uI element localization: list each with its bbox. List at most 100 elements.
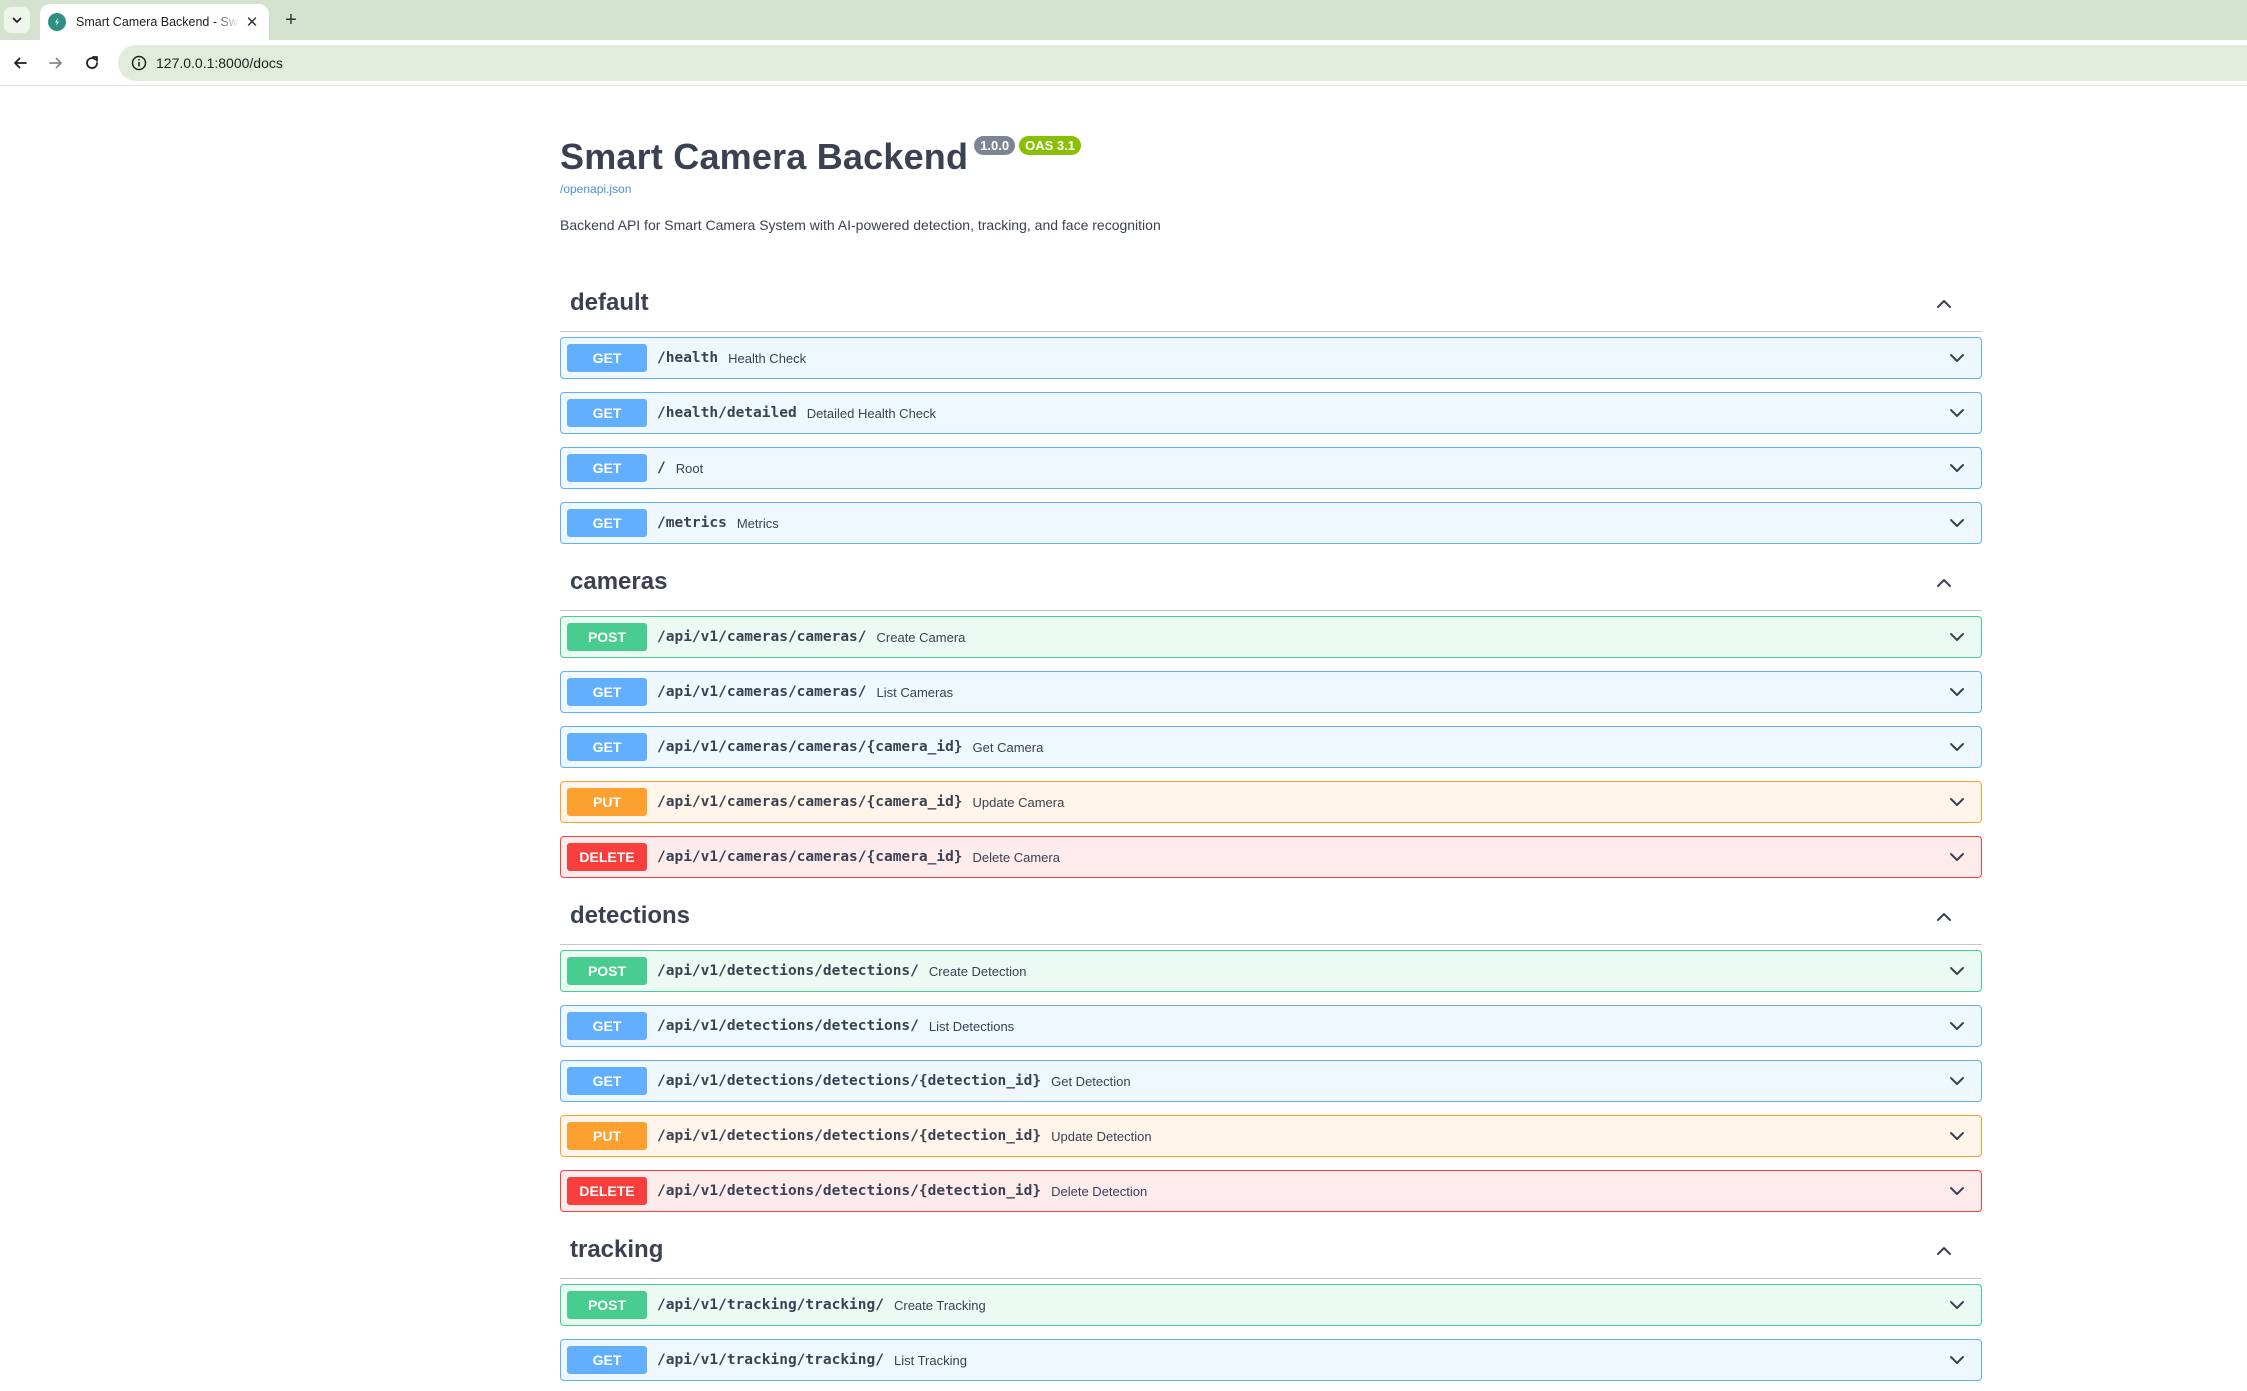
page-title: Smart Camera Backend [560, 136, 969, 177]
section-title: tracking [570, 1236, 664, 1263]
method-badge-get: GET [567, 1012, 647, 1040]
method-badge-delete: DELETE [567, 843, 647, 871]
method-badge-put: PUT [567, 788, 647, 816]
operation-summary: Get Camera [972, 739, 1044, 755]
operation-summary: Create Detection [928, 963, 1027, 979]
chevron-down-icon[interactable] [1947, 627, 1967, 647]
operation-row[interactable]: GET/api/v1/detections/detections/{detect… [560, 1060, 1982, 1102]
swagger-favicon-icon [48, 13, 66, 31]
chevron-down-icon[interactable] [1947, 513, 1967, 533]
operation-row[interactable]: GET/health Health Check [560, 337, 1982, 379]
operation-path: /metrics [657, 515, 727, 531]
chevron-down-icon[interactable] [1947, 792, 1967, 812]
operation-summary: Delete Detection [1051, 1183, 1148, 1199]
api-info-header: Smart Camera Backend 1.0.0 OAS 3.1 [560, 136, 1081, 178]
operation-row[interactable]: POST/api/v1/detections/detections/Create… [560, 950, 1982, 992]
operation-summary: List Tracking [893, 1352, 967, 1368]
operation-row[interactable]: GET/api/v1/cameras/cameras/{camera_id} Ge… [560, 726, 1982, 768]
operation-row[interactable]: GET/health/detailed Detailed Health Check [560, 392, 1982, 434]
chevron-up-icon[interactable] [1934, 907, 1954, 927]
chevron-down-icon[interactable] [1947, 348, 1967, 368]
method-badge-get: GET [567, 1067, 647, 1095]
chevron-down-icon[interactable] [1947, 1181, 1967, 1201]
operation-path: /api/v1/tracking/tracking/ [657, 1352, 884, 1368]
section-header-cameras[interactable]: cameras [560, 561, 1982, 611]
chevron-down-icon[interactable] [1947, 1016, 1967, 1036]
chevron-down-icon[interactable] [1947, 1350, 1967, 1370]
operation-row[interactable]: POST/api/v1/tracking/tracking/Create Tra… [560, 1284, 1982, 1326]
operation-path: /api/v1/cameras/cameras/{camera_id} [657, 849, 963, 865]
chevron-down-icon [12, 17, 22, 23]
section-header-default[interactable]: default [560, 282, 1982, 332]
operation-path: /api/v1/cameras/cameras/{camera_id} [657, 739, 963, 755]
site-info-icon[interactable] [128, 52, 150, 74]
arrow-left-icon [14, 57, 27, 69]
operation-row[interactable]: PUT/api/v1/cameras/cameras/{camera_id} Up… [560, 781, 1982, 823]
method-badge-post: POST [567, 957, 647, 985]
browser-tab[interactable]: Smart Camera Backend - Swagger UI ✕ [40, 4, 269, 40]
forward-button[interactable] [43, 50, 69, 76]
chevron-down-icon[interactable] [1947, 1071, 1967, 1091]
operation-summary: Delete Camera [972, 849, 1060, 865]
chevron-up-icon[interactable] [1934, 294, 1954, 314]
operation-row[interactable]: POST/api/v1/cameras/cameras/Create Camer… [560, 616, 1982, 658]
chevron-down-icon[interactable] [1947, 403, 1967, 423]
tab-search-dropdown-button[interactable] [4, 7, 30, 33]
operation-row[interactable]: PUT/api/v1/detections/detections/{detect… [560, 1115, 1982, 1157]
operation-row[interactable]: DELETE/api/v1/detections/detections/{det… [560, 1170, 1982, 1212]
openapi-json-link[interactable]: /openapi.json [560, 182, 631, 196]
chevron-down-icon[interactable] [1947, 1295, 1967, 1315]
chevron-up-icon[interactable] [1934, 573, 1954, 593]
method-badge-get: GET [567, 678, 647, 706]
operation-path: /api/v1/cameras/cameras/ [657, 684, 867, 700]
chevron-down-icon[interactable] [1947, 961, 1967, 981]
section-header-detections[interactable]: detections [560, 895, 1982, 945]
reload-icon [86, 56, 98, 69]
chevron-up-icon[interactable] [1934, 1241, 1954, 1261]
operation-path: /api/v1/cameras/cameras/{camera_id} [657, 794, 963, 810]
close-tab-button[interactable]: ✕ [243, 13, 261, 31]
arrow-right-icon [49, 57, 62, 69]
chevron-down-icon[interactable] [1947, 458, 1967, 478]
reload-button[interactable] [79, 50, 105, 76]
operation-path: /api/v1/detections/detections/{detection… [657, 1128, 1042, 1144]
chevron-down-icon[interactable] [1947, 737, 1967, 757]
section-header-tracking[interactable]: tracking [560, 1229, 1982, 1279]
operation-summary: List Cameras [876, 684, 954, 700]
oas-badge: OAS 3.1 [1019, 136, 1081, 155]
address-bar[interactable]: 127.0.0.1:8000/docs [118, 45, 2247, 81]
operation-summary: Metrics [736, 515, 779, 531]
browser-toolbar: 127.0.0.1:8000/docs [0, 40, 2247, 86]
chevron-down-icon[interactable] [1947, 847, 1967, 867]
operation-summary: Create Tracking [893, 1297, 986, 1313]
method-badge-get: GET [567, 733, 647, 761]
operation-path: /health/detailed [657, 405, 797, 421]
method-badge-get: GET [567, 509, 647, 537]
operation-row[interactable]: DELETE/api/v1/cameras/cameras/{camera_id… [560, 836, 1982, 878]
section-title: cameras [570, 568, 668, 595]
version-badge: 1.0.0 [974, 136, 1016, 155]
operation-row[interactable]: GET/metrics Metrics [560, 502, 1982, 544]
chevron-down-icon[interactable] [1947, 1126, 1967, 1146]
operation-path: /health [657, 350, 719, 366]
method-badge-get: GET [567, 454, 647, 482]
operation-row[interactable]: GET / Root [560, 447, 1982, 489]
section-title: default [570, 289, 649, 316]
back-button[interactable] [7, 50, 33, 76]
operation-path: /api/v1/detections/detections/{detection… [657, 1073, 1042, 1089]
operation-row[interactable]: GET/api/v1/tracking/tracking/List Tracki… [560, 1339, 1982, 1381]
operation-path: / [657, 460, 666, 476]
chevron-down-icon[interactable] [1947, 682, 1967, 702]
operation-summary: Create Camera [876, 629, 966, 645]
operation-summary: List Detections [928, 1018, 1015, 1034]
operation-summary: Detailed Health Check [806, 405, 937, 421]
operation-summary: Root [675, 460, 704, 476]
new-tab-button[interactable]: + [280, 9, 302, 31]
operation-row[interactable]: GET/api/v1/cameras/cameras/List Cameras [560, 671, 1982, 713]
section-title: detections [570, 902, 691, 929]
method-badge-post: POST [567, 1291, 647, 1319]
operation-summary: Health Check [728, 350, 807, 366]
operation-summary: Update Camera [972, 794, 1065, 810]
url-text: 127.0.0.1:8000/docs [156, 55, 283, 71]
operation-row[interactable]: GET/api/v1/detections/detections/List De… [560, 1005, 1982, 1047]
